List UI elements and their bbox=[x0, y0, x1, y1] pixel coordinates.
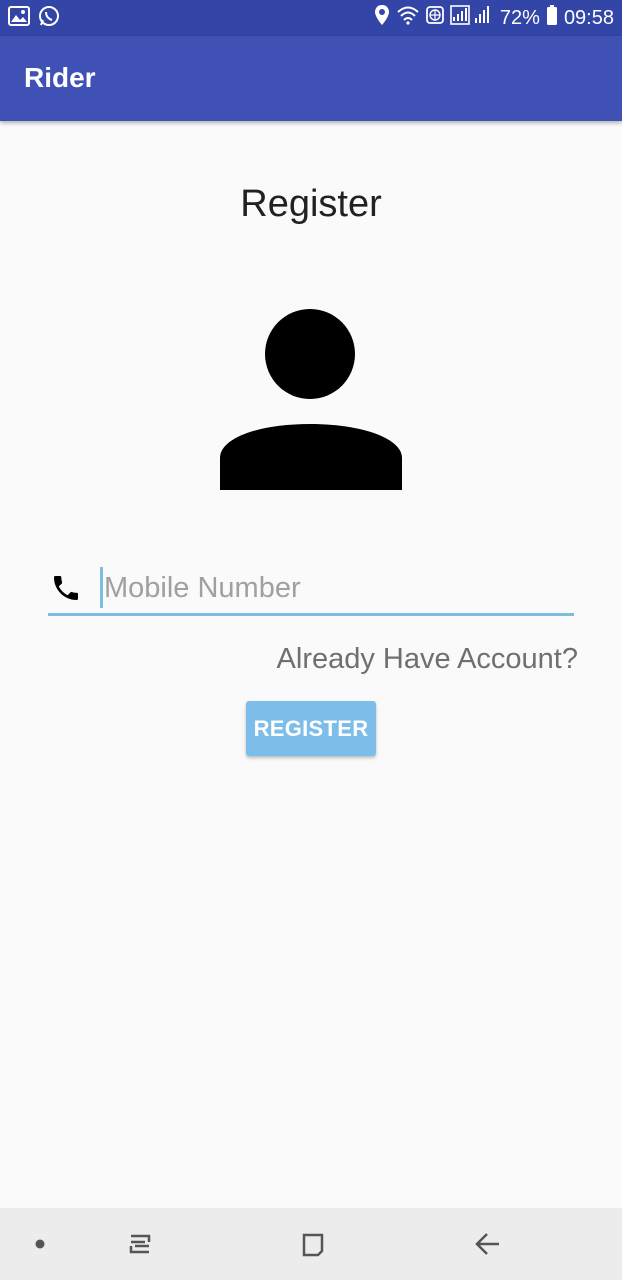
input-underline bbox=[48, 613, 574, 616]
navigation-bar bbox=[0, 1208, 622, 1280]
text-cursor bbox=[100, 567, 103, 608]
avatar-icon bbox=[219, 308, 403, 492]
battery-icon bbox=[546, 4, 558, 32]
register-button[interactable]: REGISTER bbox=[246, 701, 376, 756]
clock: 09:58 bbox=[563, 6, 614, 29]
back-icon[interactable] bbox=[458, 1208, 518, 1280]
wifi-icon bbox=[396, 5, 420, 31]
signal-icon bbox=[450, 4, 494, 32]
app-bar: Rider bbox=[0, 36, 622, 121]
mobile-number-input[interactable] bbox=[100, 564, 574, 612]
dot-icon[interactable] bbox=[20, 1208, 60, 1280]
home-icon[interactable] bbox=[283, 1208, 343, 1280]
location-icon bbox=[374, 4, 390, 32]
whatsapp-icon bbox=[38, 5, 60, 32]
app-title: Rider bbox=[24, 62, 96, 93]
already-have-account-link[interactable]: Already Have Account? bbox=[277, 643, 578, 676]
globe-icon bbox=[426, 6, 444, 30]
recent-apps-icon[interactable] bbox=[110, 1208, 170, 1280]
page-title: Register bbox=[240, 183, 382, 225]
mobile-number-field[interactable] bbox=[48, 560, 574, 617]
battery-percent: 72% bbox=[499, 6, 540, 29]
status-bar: 72% 09:58 bbox=[0, 0, 622, 36]
gallery-icon bbox=[8, 5, 30, 31]
